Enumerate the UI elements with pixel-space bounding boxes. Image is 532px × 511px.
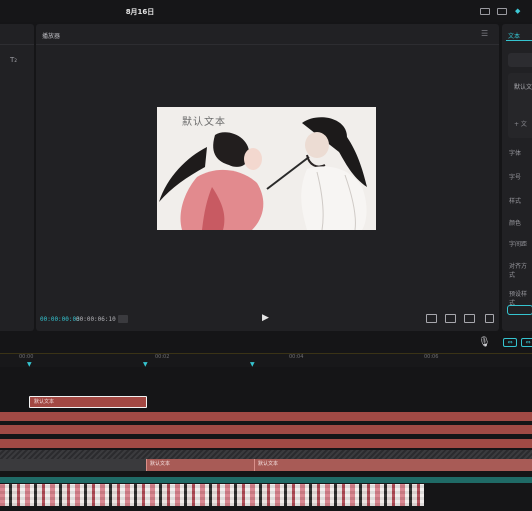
link-icon[interactable]: ⇔ <box>503 338 517 347</box>
video-thumbnails <box>0 484 424 506</box>
tab-text[interactable]: 文本 <box>508 31 520 40</box>
tab-indicator <box>506 40 532 41</box>
play-icon[interactable]: ▶ <box>262 313 269 323</box>
layout-icon[interactable] <box>480 8 490 15</box>
preview-overlay-text[interactable]: 默认文本 <box>182 113 226 128</box>
total-timecode: 00:00:06:10 <box>76 316 116 323</box>
prop-spacing: 字间距 <box>509 241 528 248</box>
prop-style: 样式 <box>509 198 522 205</box>
screen-icon[interactable] <box>497 8 507 15</box>
keyframe-marker-icon[interactable]: ▼ <box>143 361 148 368</box>
timeline-ruler[interactable] <box>0 353 532 367</box>
ratio-icon[interactable] <box>426 314 437 323</box>
text-segment[interactable]: 默认文本 <box>146 459 254 471</box>
track-gap <box>0 459 146 471</box>
tick-label: 00:00 <box>19 354 34 360</box>
timeline-toolbar <box>0 333 532 353</box>
prop-font: 字体 <box>509 150 522 157</box>
left-panel <box>0 24 34 331</box>
tick-label: 00:04 <box>289 354 304 360</box>
project-title: 8月16日 <box>125 8 155 16</box>
diamond-icon[interactable]: ◆ <box>515 7 520 15</box>
divider <box>0 44 34 45</box>
microphone-icon[interactable]: 🎙 <box>478 337 491 349</box>
text-tool-button[interactable]: T₂ <box>10 56 17 64</box>
preset-style-item[interactable] <box>507 305 532 315</box>
player-title: 播放器 <box>42 33 61 40</box>
keyframe-marker-icon[interactable]: ▼ <box>27 361 32 368</box>
prop-color: 颜色 <box>509 220 522 227</box>
track-clip[interactable] <box>0 439 532 448</box>
preset-text: 默认文 <box>514 84 532 91</box>
text-input[interactable] <box>508 53 532 67</box>
timecode-format-button[interactable] <box>118 315 128 323</box>
current-timecode: 00:00:00:03 <box>40 316 80 323</box>
track-placeholder <box>0 450 532 459</box>
ratio-label-icon[interactable] <box>464 314 475 323</box>
menu-icon[interactable]: ☰ <box>481 29 488 38</box>
tick-label: 00:02 <box>155 354 170 360</box>
prop-size: 字号 <box>509 174 522 181</box>
prop-align: 对齐方式 <box>509 263 528 279</box>
text-clip-selected[interactable]: 默认文本 <box>29 396 147 408</box>
fullscreen-fit-icon[interactable] <box>445 314 456 323</box>
track-clip[interactable] <box>0 425 532 434</box>
tick-label: 00:06 <box>424 354 439 360</box>
preset-add-icon[interactable]: + 文 <box>514 119 527 128</box>
fullscreen-icon[interactable] <box>485 314 494 323</box>
split-icon[interactable]: ⇔ <box>521 338 532 347</box>
audio-track[interactable] <box>0 477 532 483</box>
text-segment[interactable]: 默认文本 <box>254 459 532 471</box>
track-clip[interactable] <box>0 412 532 421</box>
divider <box>36 44 499 45</box>
keyframe-marker-icon[interactable]: ▼ <box>250 361 255 368</box>
